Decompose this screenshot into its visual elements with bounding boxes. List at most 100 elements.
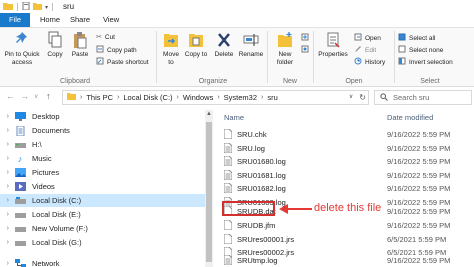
nav-item-desktop[interactable]: › Desktop: [0, 110, 205, 123]
nav-item-local-disk-g[interactable]: › Local Disk (G:): [0, 236, 205, 249]
history-button[interactable]: History: [354, 57, 385, 67]
text-file-icon: [223, 254, 233, 267]
column-header-date-modified[interactable]: Date modified: [387, 113, 433, 122]
copy-to-button[interactable]: Copy to: [184, 31, 208, 59]
select-all-button[interactable]: Select all: [398, 33, 435, 43]
music-icon: ♪: [17, 153, 23, 164]
recent-locations-icon[interactable]: ∨: [34, 93, 38, 100]
nav-item-network[interactable]: › Network: [0, 257, 205, 267]
chevron-right-icon[interactable]: ›: [217, 94, 219, 101]
nav-item-h-drive[interactable]: › H:\: [0, 138, 205, 151]
copy-button[interactable]: Copy: [44, 31, 66, 59]
nav-item-label: Pictures: [32, 168, 60, 177]
nav-item-videos[interactable]: › Videos: [0, 180, 205, 193]
expand-arrow-icon[interactable]: ›: [0, 197, 14, 204]
breadcrumb-this-pc[interactable]: This PC: [86, 93, 113, 102]
scroll-up-icon[interactable]: ▲: [205, 110, 213, 118]
navigation-bar: ← → ∨ ↑ › This PC › Local Disk (C:) › Wi…: [0, 87, 474, 107]
breadcrumb-sru[interactable]: sru: [267, 93, 277, 102]
edit-button[interactable]: Edit: [354, 45, 376, 55]
customize-toolbar-icon[interactable]: ▾: [45, 4, 48, 11]
move-to-button[interactable]: Move to: [160, 31, 182, 66]
file-list-header: Name Date modified: [216, 110, 474, 124]
nav-item-local-disk-e[interactable]: › Local Disk (E:): [0, 208, 205, 221]
move-to-icon: [160, 31, 182, 49]
select-none-button[interactable]: Select none: [398, 45, 443, 55]
up-arrow-icon[interactable]: ↑: [46, 91, 51, 101]
documents-icon: [14, 125, 26, 136]
paste-label: Paste: [71, 51, 89, 58]
forward-arrow-icon[interactable]: →: [20, 91, 29, 101]
expand-arrow-icon[interactable]: ›: [0, 141, 14, 148]
file-row[interactable]: SRU01680.log 9/16/2022 5:59 PM: [216, 154, 474, 168]
select-all-label: Select all: [409, 34, 436, 42]
file-date: 9/16/2022 5:59 PM: [387, 256, 451, 265]
ribbon-divider: [313, 31, 314, 83]
nav-item-new-volume-f[interactable]: › New Volume (F:): [0, 222, 205, 235]
expand-arrow-icon[interactable]: ›: [0, 260, 14, 267]
tab-share[interactable]: Share: [63, 13, 97, 27]
properties-button[interactable]: Properties: [316, 31, 350, 59]
chevron-down-icon[interactable]: ∨: [349, 93, 353, 102]
address-bar[interactable]: › This PC › Local Disk (C:) › Windows › …: [62, 90, 369, 105]
file-row[interactable]: SRU01682.log 9/16/2022 5:59 PM: [216, 181, 474, 195]
file-row[interactable]: SRU.chk 9/16/2022 5:59 PM: [216, 127, 474, 141]
expand-arrow-icon[interactable]: ›: [0, 239, 14, 246]
file-name: SRU01680.log: [237, 157, 286, 166]
chevron-right-icon[interactable]: ›: [117, 94, 119, 101]
paste-shortcut-button[interactable]: Paste shortcut: [96, 57, 149, 67]
search-icon: [380, 92, 388, 103]
pin-to-quick-access-button[interactable]: Pin to Quick access: [2, 31, 42, 66]
file-icon: [223, 233, 233, 246]
tab-file[interactable]: File: [0, 13, 30, 27]
expand-arrow-icon[interactable]: ›: [0, 211, 14, 218]
easy-access-button[interactable]: [301, 45, 309, 55]
file-name: SRU01682.log: [237, 184, 286, 193]
copy-label: Copy: [47, 51, 63, 58]
breadcrumb-system32[interactable]: System32: [224, 93, 257, 102]
new-item-button[interactable]: [301, 33, 309, 43]
search-box[interactable]: Search sru: [374, 90, 472, 105]
nav-item-music[interactable]: › ♪ Music: [0, 152, 205, 165]
chevron-right-icon[interactable]: ›: [177, 94, 179, 101]
nav-item-local-disk-c[interactable]: › Local Disk (C:): [0, 194, 205, 207]
expand-arrow-icon[interactable]: ›: [0, 113, 14, 120]
text-file-icon: [223, 182, 233, 195]
new-folder-quick-icon[interactable]: [33, 2, 42, 12]
column-header-name[interactable]: Name: [224, 113, 244, 122]
file-row[interactable]: SRUDB.jfm 9/16/2022 5:59 PM: [216, 218, 474, 232]
expand-arrow-icon[interactable]: ›: [0, 225, 14, 232]
nav-item-documents[interactable]: › Documents: [0, 124, 205, 137]
delete-button[interactable]: Delete: [212, 31, 236, 59]
file-row[interactable]: SRU.log 9/16/2022 5:59 PM: [216, 141, 474, 155]
breadcrumb-local-disk[interactable]: Local Disk (C:): [123, 93, 172, 102]
refresh-icon[interactable]: ↻: [359, 93, 366, 102]
file-row[interactable]: SRUtmp.log 9/16/2022 5:59 PM: [216, 253, 474, 267]
paste-shortcut-icon: [96, 57, 104, 67]
copy-path-button[interactable]: Copy path: [96, 45, 137, 55]
tab-home[interactable]: Home: [33, 13, 67, 27]
tab-view[interactable]: View: [96, 13, 126, 27]
chevron-right-icon[interactable]: ›: [261, 94, 263, 101]
expand-arrow-icon[interactable]: ›: [0, 155, 14, 162]
back-arrow-icon[interactable]: ←: [6, 91, 15, 101]
expand-arrow-icon[interactable]: ›: [0, 169, 14, 176]
rename-button[interactable]: Rename: [238, 31, 264, 59]
open-button[interactable]: Open: [354, 33, 381, 43]
nav-pane-scrollbar[interactable]: ▲: [205, 110, 213, 267]
invert-selection-button[interactable]: Invert selection: [398, 57, 453, 67]
paste-button[interactable]: Paste: [68, 31, 92, 59]
properties-quick-icon[interactable]: [22, 1, 30, 12]
new-folder-button[interactable]: New folder: [272, 31, 298, 66]
copy-to-label: Copy to: [184, 51, 208, 58]
file-row[interactable]: SRU01681.log 9/16/2022 5:59 PM: [216, 168, 474, 182]
breadcrumb-windows[interactable]: Windows: [183, 93, 213, 102]
nav-item-label: Local Disk (C:): [32, 196, 82, 205]
cut-button[interactable]: ✂ Cut: [96, 33, 115, 42]
file-row[interactable]: SRUres00001.jrs 6/5/2021 5:59 PM: [216, 232, 474, 246]
scrollbar-thumb[interactable]: [206, 122, 212, 262]
expand-arrow-icon[interactable]: ›: [0, 183, 14, 190]
title-bar: ▾ sru: [0, 0, 474, 13]
expand-arrow-icon[interactable]: ›: [0, 127, 14, 134]
nav-item-pictures[interactable]: › Pictures: [0, 166, 205, 179]
